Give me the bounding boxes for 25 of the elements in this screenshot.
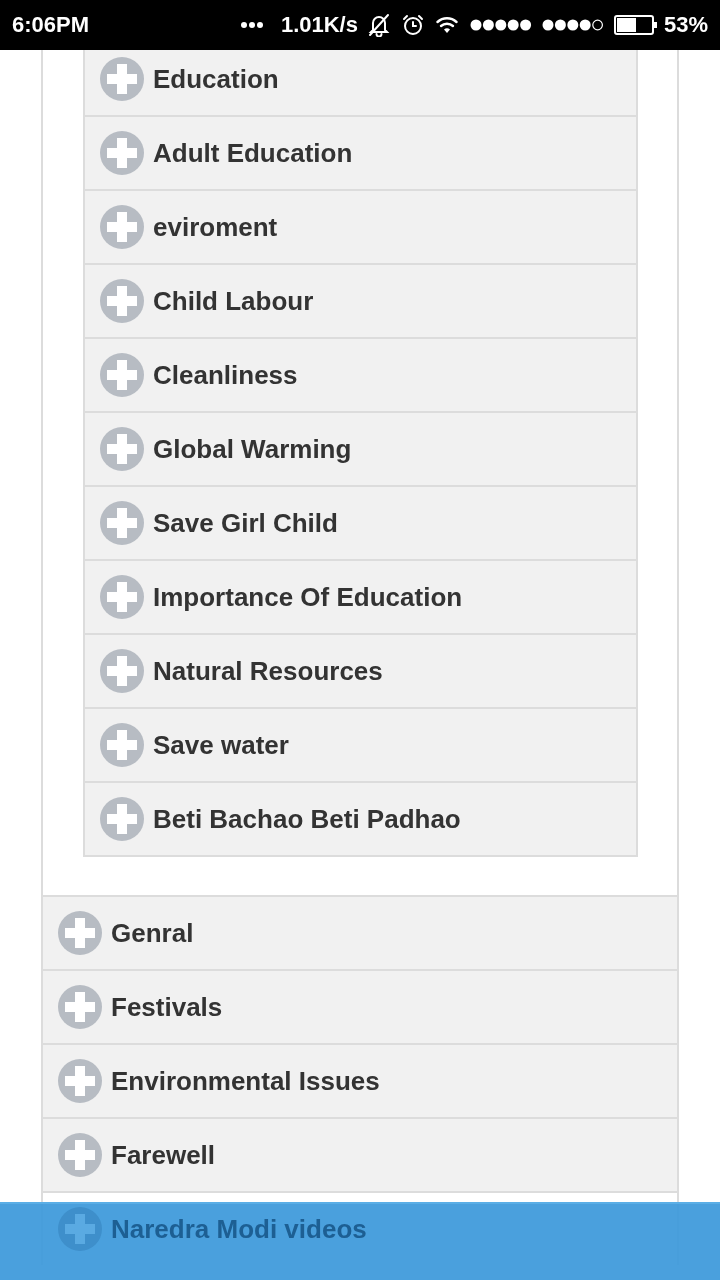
muted-bell-icon bbox=[367, 13, 390, 37]
topic-item[interactable]: Natural Resources bbox=[85, 633, 636, 707]
status-time: 6:06PM bbox=[12, 12, 90, 38]
topic-item[interactable]: Adult Education bbox=[85, 115, 636, 189]
battery-icon bbox=[613, 15, 658, 35]
alarm-clock-icon bbox=[401, 14, 424, 36]
topic-item[interactable]: Beti Bachao Beti Padhao bbox=[85, 781, 636, 855]
topic-item[interactable]: Save Girl Child bbox=[85, 485, 636, 559]
topic-item[interactable]: Environmental Issues bbox=[43, 1043, 677, 1117]
topic-item[interactable]: Importance Of Education bbox=[85, 559, 636, 633]
topic-item[interactable]: Festivals bbox=[43, 969, 677, 1043]
topic-item[interactable]: Global Warming bbox=[85, 411, 636, 485]
topic-item[interactable]: Genral bbox=[43, 895, 677, 969]
network-speed: 1.01K/s bbox=[280, 12, 358, 38]
topic-item[interactable]: Cleanliness bbox=[85, 337, 636, 411]
signal-dots-icon bbox=[541, 19, 604, 31]
topic-item[interactable]: eviroment bbox=[85, 189, 636, 263]
topic-item[interactable]: Child Labour bbox=[85, 263, 636, 337]
battery-percent: 53% bbox=[663, 12, 708, 38]
more-dots-icon bbox=[240, 22, 263, 28]
topic-item[interactable]: Save water bbox=[85, 707, 636, 781]
signal-dots-icon bbox=[469, 19, 532, 31]
topic-item[interactable]: Education bbox=[85, 50, 636, 115]
topic-item[interactable]: Farewell bbox=[43, 1117, 677, 1191]
wifi-icon bbox=[435, 16, 458, 34]
